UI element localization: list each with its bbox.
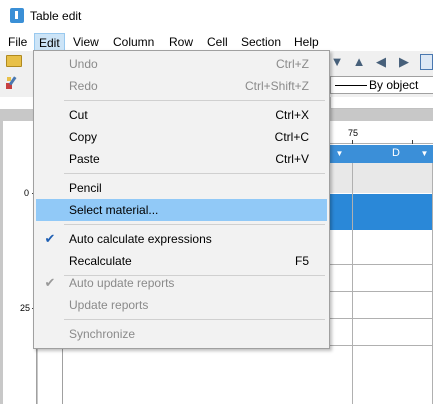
menu-item-auto-update-reports[interactable]: ✔ Auto update reports <box>36 272 327 294</box>
menu-item-label: Auto calculate expressions <box>69 232 212 246</box>
menu-item-label: Select material... <box>69 203 159 217</box>
menu-cell[interactable]: Cell <box>203 33 232 51</box>
folder-icon[interactable] <box>6 55 22 67</box>
menu-item-label: Paste <box>69 152 100 166</box>
edit-menu-dropdown: Undo Ctrl+Z Redo Ctrl+Shift+Z Cut Ctrl+X… <box>33 50 330 349</box>
menu-separator <box>64 173 325 174</box>
checkmark-icon: ✔ <box>44 231 56 246</box>
menu-item-shortcut: Ctrl+X <box>275 108 309 122</box>
line-style-selector[interactable]: By object <box>330 76 433 94</box>
column-header-d[interactable]: D <box>392 147 400 159</box>
table-edit-app-icon <box>10 8 24 23</box>
menu-item-recalculate[interactable]: Recalculate F5 <box>36 250 327 272</box>
menu-item-paste[interactable]: Paste Ctrl+V <box>36 148 327 170</box>
paint-brush-icon[interactable] <box>4 74 20 90</box>
menu-item-select-material[interactable]: Select material... <box>36 199 327 221</box>
menu-file[interactable]: File <box>4 33 31 51</box>
menu-item-shortcut: Ctrl+Z <box>276 57 309 71</box>
menu-column[interactable]: Column <box>109 33 158 51</box>
menu-item-redo[interactable]: Redo Ctrl+Shift+Z <box>36 75 327 97</box>
menu-item-label: Redo <box>69 79 98 93</box>
grid-line <box>330 345 433 346</box>
menu-item-label: Pencil <box>69 181 102 195</box>
ruler-tick <box>352 140 353 144</box>
menu-edit[interactable]: Edit <box>34 33 65 51</box>
header-row-area <box>330 163 433 193</box>
menu-item-shortcut: F5 <box>294 254 309 268</box>
menu-separator <box>64 319 325 320</box>
by-object-label: By object <box>369 78 419 92</box>
ruler-label-0: 0 <box>24 188 30 198</box>
line-sample <box>335 85 367 86</box>
menu-item-cut[interactable]: Cut Ctrl+X <box>36 104 327 126</box>
menu-help[interactable]: Help <box>290 33 323 51</box>
menu-item-pencil[interactable]: Pencil <box>36 177 327 199</box>
column-chevron-icon[interactable]: ▼ <box>420 149 429 158</box>
horizontal-ruler: 75 <box>330 124 433 144</box>
checkmark-icon: ✔ <box>44 275 56 290</box>
grid-edge-icon[interactable] <box>420 54 433 70</box>
column-header-bar[interactable] <box>330 145 433 163</box>
menu-item-label: Auto update reports <box>69 276 175 290</box>
menu-item-label: Cut <box>69 108 88 122</box>
title-bar: Table edit <box>0 0 433 31</box>
menu-item-undo[interactable]: Undo Ctrl+Z <box>36 53 327 75</box>
line-width-selector[interactable] <box>330 97 433 109</box>
menu-bar: File Edit View Column Row Cell Section H… <box>0 31 433 51</box>
menu-item-shortcut: Ctrl+C <box>274 130 309 144</box>
menu-item-label: Copy <box>69 130 98 144</box>
menu-item-label: Synchronize <box>69 327 136 341</box>
menu-item-shortcut: Ctrl+Shift+Z <box>244 79 309 93</box>
menu-section[interactable]: Section <box>237 33 285 51</box>
arrow-right-icon[interactable]: ▶ <box>397 55 411 69</box>
ruler-label-25: 25 <box>20 303 31 313</box>
ruler-tick <box>412 140 413 144</box>
menu-item-auto-calculate[interactable]: ✔ Auto calculate expressions <box>36 228 327 250</box>
ruler-label-75: 75 <box>348 128 359 138</box>
grid-line <box>330 264 433 265</box>
grid-line <box>330 291 433 292</box>
arrow-up-icon[interactable]: ▲ <box>352 55 366 69</box>
arrow-down-icon[interactable]: ▼ <box>330 55 344 69</box>
column-chevron-icon[interactable]: ▼ <box>335 149 344 158</box>
menu-row[interactable]: Row <box>165 33 197 51</box>
menu-item-copy[interactable]: Copy Ctrl+C <box>36 126 327 148</box>
menu-item-label: Recalculate <box>69 254 132 268</box>
menu-item-label: Update reports <box>69 298 149 312</box>
menu-item-synchronize[interactable]: Synchronize <box>36 323 327 345</box>
arrow-left-icon[interactable]: ◀ <box>374 55 388 69</box>
menu-item-update-reports[interactable]: Update reports <box>36 294 327 316</box>
window-title: Table edit <box>30 9 82 23</box>
grid-line <box>330 318 433 319</box>
menu-separator <box>64 100 325 101</box>
menu-item-label: Undo <box>69 57 98 71</box>
menu-separator <box>64 224 325 225</box>
menu-item-shortcut: Ctrl+V <box>275 152 309 166</box>
grid-line <box>352 163 353 404</box>
vertical-ruler: 0 25 <box>3 121 37 404</box>
menu-view[interactable]: View <box>69 33 103 51</box>
